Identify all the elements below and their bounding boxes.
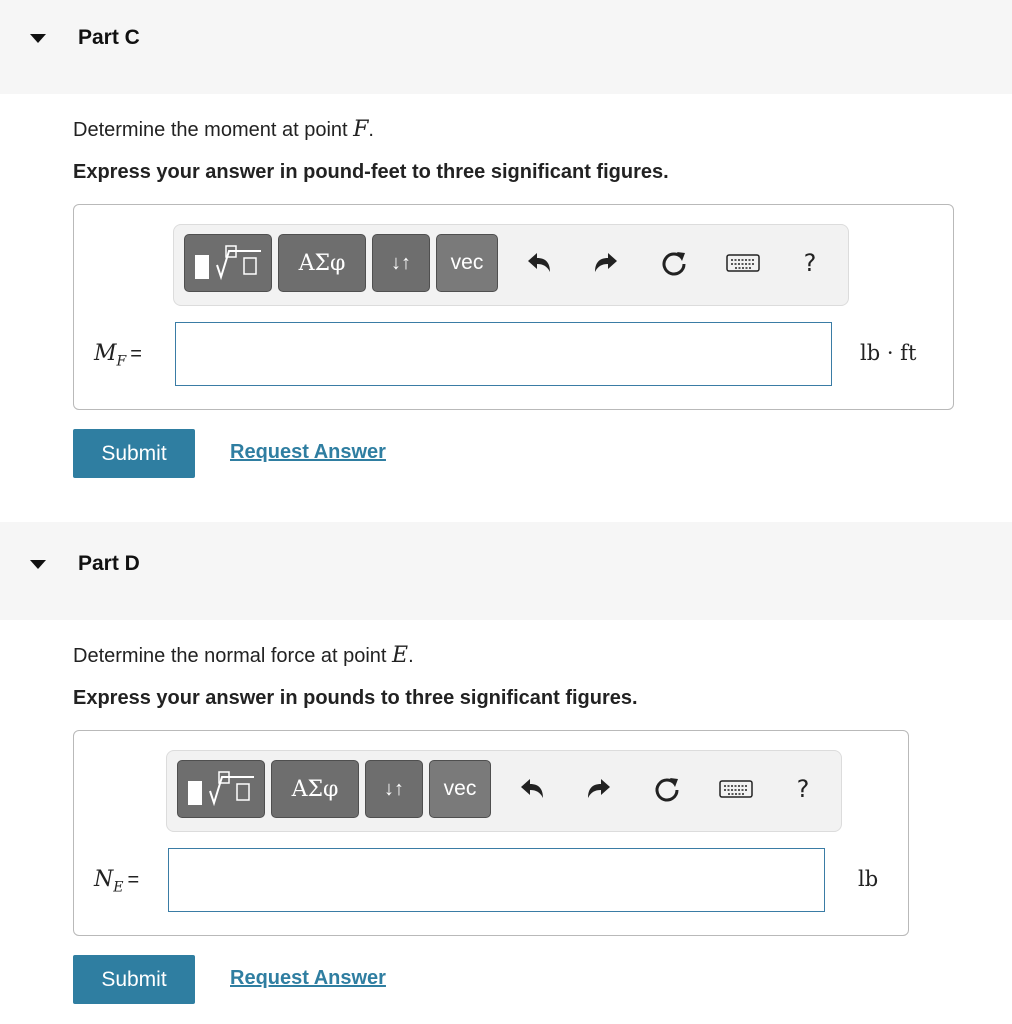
vec-label: vec <box>443 777 477 800</box>
undo-icon[interactable] <box>516 773 548 805</box>
reset-icon[interactable] <box>658 247 690 279</box>
redo-icon[interactable] <box>590 247 622 279</box>
help-icon[interactable]: ? <box>787 773 819 805</box>
redo-icon[interactable] <box>583 773 615 805</box>
subscript-superscript-button[interactable]: ↓↑ <box>372 234 430 292</box>
vector-button[interactable]: vec <box>436 234 498 292</box>
part-c-header[interactable]: Part C <box>0 0 1012 94</box>
instruction-text: Express your answer in pounds to three s… <box>73 687 638 709</box>
math-variable: E <box>392 643 409 668</box>
keyboard-icon[interactable] <box>724 247 762 279</box>
templates-icon <box>188 771 254 807</box>
request-answer-link[interactable]: Request Answer <box>230 441 386 464</box>
arrows-label: ↓↑ <box>384 777 404 800</box>
reset-icon[interactable] <box>651 773 683 805</box>
answer-box: ΑΣφ ↓↑ vec ? MF = lb · ft <box>73 204 954 410</box>
part-title: Part C <box>78 26 140 49</box>
vec-label: vec <box>450 251 484 274</box>
answer-variable-label: NE = <box>94 867 140 896</box>
unit-label: lb <box>858 867 879 891</box>
submit-button[interactable]: Submit <box>73 955 195 1004</box>
templates-button[interactable] <box>184 234 272 292</box>
question-text: Determine the moment at point F. <box>73 117 374 142</box>
undo-icon[interactable] <box>523 247 555 279</box>
answer-box: ΑΣφ ↓↑ vec ? NE = lb <box>73 730 909 936</box>
answer-input[interactable] <box>168 848 825 912</box>
submit-button[interactable]: Submit <box>73 429 195 478</box>
instruction-text: Express your answer in pound-feet to thr… <box>73 161 669 183</box>
keyboard-icon[interactable] <box>717 773 755 805</box>
greek-label: ΑΣφ <box>298 250 346 276</box>
vector-button[interactable]: vec <box>429 760 491 818</box>
greek-symbols-button[interactable]: ΑΣφ <box>271 760 359 818</box>
part-d-header[interactable]: Part D <box>0 522 1012 620</box>
collapse-caret-icon[interactable] <box>30 34 46 43</box>
templates-button[interactable] <box>177 760 265 818</box>
question-text: Determine the normal force at point E. <box>73 643 414 668</box>
math-toolbar: ΑΣφ ↓↑ vec ? <box>173 224 849 306</box>
greek-label: ΑΣφ <box>291 776 339 802</box>
answer-input[interactable] <box>175 322 832 386</box>
templates-icon <box>195 245 261 281</box>
help-icon[interactable]: ? <box>794 247 826 279</box>
arrows-label: ↓↑ <box>391 251 411 274</box>
collapse-caret-icon[interactable] <box>30 560 46 569</box>
math-variable: F <box>353 117 369 142</box>
math-toolbar: ΑΣφ ↓↑ vec ? <box>166 750 842 832</box>
greek-symbols-button[interactable]: ΑΣφ <box>278 234 366 292</box>
part-title: Part D <box>78 552 140 575</box>
request-answer-link[interactable]: Request Answer <box>230 967 386 990</box>
subscript-superscript-button[interactable]: ↓↑ <box>365 760 423 818</box>
answer-variable-label: MF = <box>94 341 142 370</box>
unit-label: lb · ft <box>860 341 917 365</box>
